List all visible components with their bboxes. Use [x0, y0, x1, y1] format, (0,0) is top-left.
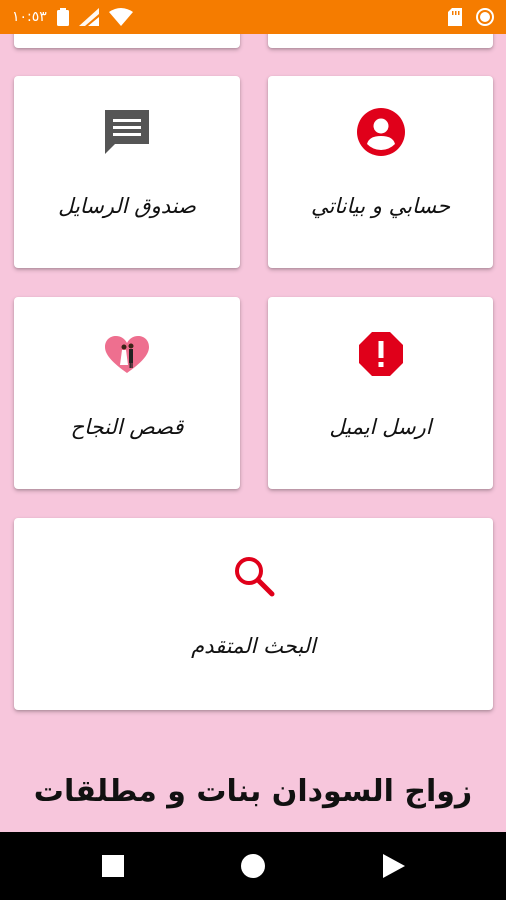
- sd-card-icon: [448, 8, 462, 26]
- tile-inbox[interactable]: صندوق الرسايل: [14, 76, 240, 268]
- tile-advanced-search[interactable]: البحث المتقدم: [14, 518, 493, 710]
- tile-advanced-search-label: البحث المتقدم: [191, 634, 316, 658]
- battery-icon: [56, 8, 69, 26]
- partial-card-right[interactable]: [268, 34, 493, 48]
- account-circle-icon: [356, 108, 405, 156]
- tile-success-stories-label: قصص النجاح: [70, 415, 184, 439]
- tile-inbox-label: صندوق الرسايل: [58, 194, 196, 218]
- main-content: حسابي و بياناتي صندوق الرسايل ارسل ايميل: [0, 34, 506, 832]
- circle-status-icon: [476, 8, 494, 26]
- couple-heart-icon: [105, 336, 149, 373]
- tile-my-account-label: حسابي و بياناتي: [310, 194, 451, 218]
- signal-icon: [78, 8, 99, 26]
- status-time: ١٠:٥٣: [12, 9, 47, 25]
- app-title: زواج السودان بنات و مطلقات: [33, 774, 473, 809]
- status-bar: ١٠:٥٣: [0, 0, 506, 34]
- status-right: [448, 8, 494, 26]
- status-left: ١٠:٥٣: [12, 8, 133, 26]
- home-button[interactable]: [241, 854, 265, 878]
- navigation-bar: [0, 832, 506, 900]
- wifi-icon: [108, 8, 133, 26]
- tile-send-email[interactable]: ارسل ايميل: [268, 297, 493, 489]
- message-icon: [105, 110, 149, 154]
- recents-button[interactable]: [102, 855, 124, 877]
- search-icon: [234, 557, 274, 597]
- back-button[interactable]: [383, 854, 405, 878]
- alert-octagon-icon: [358, 332, 403, 376]
- tile-send-email-label: ارسل ايميل: [329, 415, 432, 439]
- tile-my-account[interactable]: حسابي و بياناتي: [268, 76, 493, 268]
- partial-card-left[interactable]: [14, 34, 240, 48]
- tile-success-stories[interactable]: قصص النجاح: [14, 297, 240, 489]
